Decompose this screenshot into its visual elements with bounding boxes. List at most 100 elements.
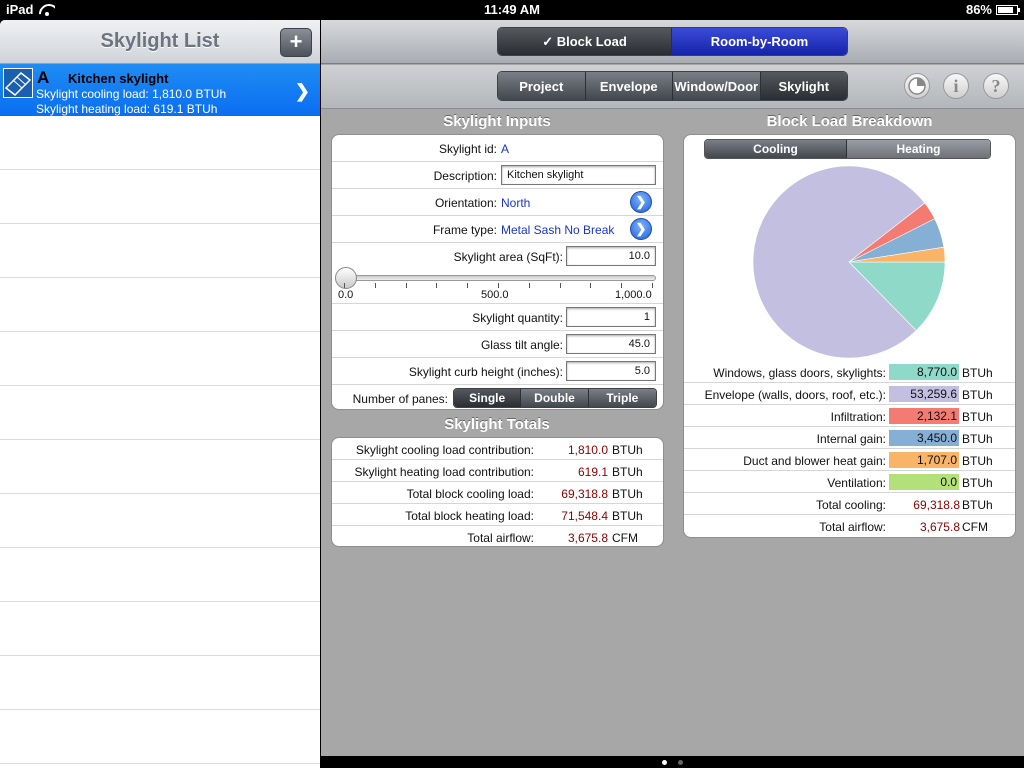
list-item-empty xyxy=(0,548,320,602)
area-slider-track[interactable] xyxy=(340,275,656,281)
panes-single[interactable]: Single xyxy=(454,389,522,407)
orientation-disclosure-icon[interactable]: ❯ xyxy=(630,191,652,213)
list-item-empty xyxy=(0,386,320,440)
page-dot xyxy=(678,760,683,765)
tab-heating[interactable]: Heating xyxy=(847,140,990,158)
tab-project[interactable]: Project xyxy=(498,72,586,100)
total-airflow-row-unit: CFM xyxy=(962,520,988,534)
battery-percent: 86% xyxy=(965,2,992,17)
add-skylight-button[interactable]: + xyxy=(280,28,312,57)
breakdown-value: 2,132.1 xyxy=(889,408,959,424)
breakdown-value: 8,770.0 xyxy=(889,364,959,380)
slider-max-label: 1,000.0 xyxy=(615,289,652,301)
mode-segmented-control: ✓ Block Load Room-by-Room xyxy=(497,27,848,56)
status-time: 11:49 AM xyxy=(484,2,540,17)
slider-tick xyxy=(652,283,653,288)
description-field[interactable]: Kitchen skylight xyxy=(501,165,656,185)
frame-type-disclosure-icon[interactable]: ❯ xyxy=(630,218,652,240)
list-item-selected[interactable]: A Kitchen skylight Skylight cooling load… xyxy=(0,64,320,116)
total-cooling-row-value: 69,318.8 xyxy=(913,498,960,512)
breakdown-unit: BTUh xyxy=(962,432,993,446)
list-item-empty xyxy=(0,494,320,548)
skylight-heating-line: Skylight heating load: 619.1 BTUh xyxy=(36,102,218,116)
tab-cooling[interactable]: Cooling xyxy=(705,140,847,158)
chevron-right-icon: ❯ xyxy=(294,81,310,101)
breakdown-unit: BTUh xyxy=(962,476,993,490)
pie-chart-icon[interactable] xyxy=(904,73,930,99)
skylight-list-panel: Skylight List + A Kitchen skylight Skyli… xyxy=(0,20,320,768)
totals-unit: BTUh xyxy=(612,487,643,501)
frame-type-row[interactable]: Frame type: Metal Sash No Break ❯ xyxy=(332,216,663,243)
room-by-room-tab[interactable]: Room-by-Room xyxy=(672,28,847,55)
breakdown-row: Internal gain: 3,450.0 BTUh xyxy=(684,427,1015,449)
skylight-name: Kitchen skylight xyxy=(68,71,169,86)
slider-min-label: 0.0 xyxy=(338,289,354,301)
slider-tick xyxy=(559,283,561,288)
breakdown-label: Windows, glass doors, skylights: xyxy=(713,366,886,380)
help-icon[interactable]: ? xyxy=(983,73,1009,99)
page-dot-active xyxy=(662,760,667,765)
description-label: Description: xyxy=(433,169,497,183)
tab-skylight[interactable]: Skylight xyxy=(760,72,847,100)
quantity-field[interactable]: 1 xyxy=(566,307,656,327)
breakdown-label: Duct and blower heat gain: xyxy=(743,454,886,468)
orientation-label: Orientation: xyxy=(434,196,497,210)
totals-unit: BTUh xyxy=(612,465,643,479)
tab-window-door[interactable]: Window/Door xyxy=(673,72,761,100)
description-row: Description: Kitchen skylight xyxy=(332,162,663,189)
totals-unit: BTUh xyxy=(612,509,643,523)
breakdown-row: Envelope (walls, doors, roof, etc.): 53,… xyxy=(684,383,1015,405)
slider-tick xyxy=(344,283,345,288)
totals-label: Total airflow: xyxy=(467,531,534,545)
totals-label: Total block heating load: xyxy=(405,509,534,523)
tilt-label: Glass tilt angle: xyxy=(480,338,563,352)
quantity-row: Skylight quantity: 1 xyxy=(332,304,663,331)
block-load-tab[interactable]: ✓ Block Load xyxy=(498,28,672,55)
breakdown-card: Cooling Heating Windows, glass doors, sk… xyxy=(683,134,1016,538)
tilt-row: Glass tilt angle: 45.0 xyxy=(332,331,663,358)
list-item-empty xyxy=(0,224,320,278)
breakdown-row: Ventilation: 0.0 BTUh xyxy=(684,471,1015,493)
slider-tick xyxy=(498,283,499,288)
area-field[interactable]: 10.0 xyxy=(566,246,656,266)
totals-label: Skylight cooling load contribution: xyxy=(355,443,534,457)
tab-envelope[interactable]: Envelope xyxy=(585,72,673,100)
total-airflow-row-label: Total airflow: xyxy=(819,520,886,534)
slider-tick xyxy=(467,283,469,288)
breakdown-unit: BTUh xyxy=(962,388,993,402)
total-cooling-row-label: Total cooling: xyxy=(815,498,886,512)
panes-triple[interactable]: Triple xyxy=(588,389,656,407)
curb-field[interactable]: 5.0 xyxy=(566,361,656,381)
breakdown-value: 0.0 xyxy=(889,474,959,490)
total-cooling-row: Total cooling: 69,318.8 BTUh xyxy=(684,493,1015,515)
breakdown-segmented-control: Cooling Heating xyxy=(704,139,991,159)
skylight-id-row: Skylight id: A xyxy=(332,135,663,162)
tilt-field[interactable]: 45.0 xyxy=(566,334,656,354)
breakdown-value: 1,707.0 xyxy=(889,452,959,468)
slider-tick xyxy=(621,283,623,288)
info-icon[interactable]: i xyxy=(943,73,969,99)
panes-double[interactable]: Double xyxy=(521,389,589,407)
list-item-empty xyxy=(0,116,320,170)
skylight-id-label: Skylight id: xyxy=(438,142,497,156)
breakdown-unit: BTUh xyxy=(962,366,993,380)
area-slider-thumb[interactable] xyxy=(335,267,358,289)
orientation-row[interactable]: Orientation: North ❯ xyxy=(332,189,663,216)
curb-row: Skylight curb height (inches): 5.0 xyxy=(332,358,663,385)
list-title: Skylight List xyxy=(100,30,220,52)
breakdown-label: Envelope (walls, doors, roof, etc.): xyxy=(704,388,886,402)
skylight-cooling-line: Skylight cooling load: 1,810.0 BTUh xyxy=(36,87,227,101)
skylight-icon xyxy=(3,68,33,98)
quantity-label: Skylight quantity: xyxy=(472,311,563,325)
breakdown-row: Windows, glass doors, skylights: 8,770.0… xyxy=(684,361,1015,383)
status-bar: iPad 11:49 AM 86% xyxy=(0,0,1024,20)
totals-value: 619.1 xyxy=(577,465,608,479)
breakdown-label: Infiltration: xyxy=(830,410,886,424)
section-bar: Project Envelope Window/Door Skylight i … xyxy=(321,65,1024,109)
totals-row: Skylight cooling load contribution: 1,81… xyxy=(332,438,663,460)
slider-mid-label: 500.0 xyxy=(481,289,509,301)
totals-row: Total block heating load: 71,548.4 BTUh xyxy=(332,504,663,526)
mode-bar: ✓ Block Load Room-by-Room xyxy=(321,20,1024,64)
list-item-empty xyxy=(0,278,320,332)
skylight-id: A xyxy=(37,68,50,87)
